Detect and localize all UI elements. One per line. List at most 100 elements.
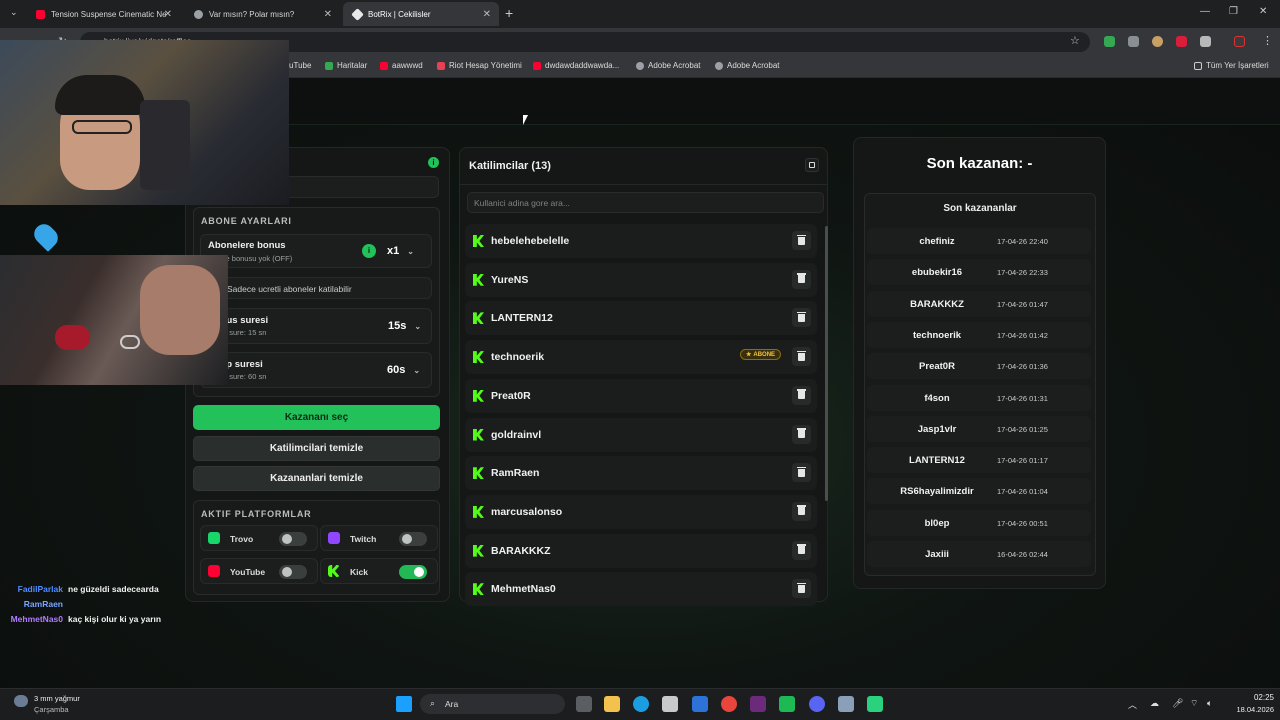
participant-row[interactable]: BARAKKKZ <box>465 533 817 568</box>
app-icon[interactable] <box>750 696 766 712</box>
participant-row[interactable]: YureNS <box>465 262 817 297</box>
bookmark-adobe-2[interactable]: Adobe Acrobat <box>715 61 779 70</box>
delete-participant-button[interactable] <box>792 501 811 521</box>
weather-icon[interactable] <box>14 695 28 707</box>
delete-participant-button[interactable] <box>792 579 811 599</box>
pick-winner-button[interactable]: Kazananı seç <box>193 405 440 430</box>
maximize-button[interactable]: ❐ <box>1229 6 1238 17</box>
bookmark-adobe-1[interactable]: Adobe Acrobat <box>636 61 700 70</box>
tab-3-active[interactable]: BotRix | Cekilisler ✕ <box>343 2 499 26</box>
chrome-icon[interactable] <box>721 696 737 712</box>
all-bookmarks[interactable]: Tüm Yer İşaretleri <box>1194 61 1269 70</box>
extensions-puzzle-icon[interactable] <box>1200 36 1211 47</box>
participant-row[interactable]: goldrainvl <box>465 417 817 452</box>
clear-participants-button[interactable]: Katilimcilari temizle <box>193 436 440 461</box>
bonus-time-select[interactable]: 15s ⌄ <box>388 320 421 332</box>
edge-icon[interactable] <box>633 696 649 712</box>
bookmark-star-icon[interactable]: ☆ <box>1070 34 1080 47</box>
star-icon: ★ <box>746 352 752 358</box>
trovo-toggle[interactable] <box>279 532 307 546</box>
task-view-icon[interactable] <box>576 696 592 712</box>
trash-icon <box>797 582 806 593</box>
bookmark-maps[interactable]: Haritalar <box>325 61 367 70</box>
bookmark-aawwwd[interactable]: aawwwd <box>380 61 423 70</box>
youtube-toggle[interactable] <box>279 565 307 579</box>
delete-participant-button[interactable] <box>792 463 811 483</box>
participant-row[interactable]: MehmetNas0 <box>465 572 817 607</box>
bookmark-riot[interactable]: Riot Hesap Yönetimi <box>437 61 522 70</box>
delete-participant-button[interactable] <box>792 385 811 405</box>
settings-field[interactable] <box>284 176 439 198</box>
bonus-label: Abonelere bonus <box>208 240 286 251</box>
info-icon[interactable]: i <box>362 244 376 258</box>
kick-toggle[interactable] <box>399 565 427 579</box>
onedrive-icon[interactable]: ☁ <box>1150 698 1159 709</box>
app-icon[interactable] <box>838 696 854 712</box>
info-icon[interactable]: i <box>428 157 439 168</box>
bonus-select[interactable]: x1 ⌄ <box>387 245 414 257</box>
tab-search-chevron-icon[interactable]: ⌄ <box>10 7 18 18</box>
file-explorer-icon[interactable] <box>604 696 620 712</box>
youtube-icon <box>533 61 541 70</box>
delete-participant-button[interactable] <box>792 231 811 250</box>
extension-icon[interactable] <box>1128 36 1139 47</box>
delete-participant-button[interactable] <box>792 269 811 289</box>
participant-row[interactable]: Preat0R <box>465 378 817 413</box>
winner-name: technoerik <box>912 329 962 341</box>
store-icon[interactable] <box>662 696 678 712</box>
platform-kick[interactable]: Kick <box>320 558 438 584</box>
tp-extension-icon[interactable] <box>1176 36 1187 47</box>
app-icon[interactable] <box>867 696 883 712</box>
kick-icon <box>473 351 484 364</box>
wifi-icon[interactable]: ⌔ <box>1190 698 1198 709</box>
winner-name: ebubekir16 <box>911 267 963 279</box>
delete-participant-button[interactable] <box>792 540 811 560</box>
extension-shield-icon[interactable] <box>1104 36 1115 47</box>
platform-youtube[interactable]: YouTube <box>200 558 318 584</box>
participant-name: Preat0R <box>491 389 531 402</box>
discord-icon[interactable] <box>809 696 825 712</box>
webcam-overlay <box>0 40 289 205</box>
close-icon[interactable]: ✕ <box>164 9 172 20</box>
minimize-button[interactable]: — <box>1200 6 1210 17</box>
delete-participant-button[interactable] <box>792 308 811 328</box>
tab-2[interactable]: Var mısın? Polar mısın? ✕ <box>184 2 340 26</box>
winner-date: 17-04-26 01:17 <box>997 456 1048 466</box>
profile-avatar-icon[interactable] <box>1234 36 1245 47</box>
bonus-time-value: 15s <box>388 320 407 332</box>
tab-1[interactable]: Tension Suspense Cinematic Ne ✕ <box>26 2 180 26</box>
twitch-toggle[interactable] <box>399 532 427 546</box>
new-tab-button[interactable]: + <box>505 5 513 21</box>
mail-icon[interactable] <box>692 696 708 712</box>
winner-date: 17-04-26 01:47 <box>997 299 1048 309</box>
close-icon[interactable]: ✕ <box>324 9 332 20</box>
app-icon[interactable] <box>779 696 795 712</box>
delete-participant-button[interactable] <box>792 424 811 444</box>
copy-icon[interactable] <box>805 158 819 172</box>
menu-kebab-icon[interactable]: ⋮ <box>1262 34 1273 47</box>
participant-row[interactable]: RamRaen <box>465 456 817 491</box>
participant-row[interactable]: hebelehebelelle <box>465 224 817 258</box>
platform-trovo[interactable]: Trovo <box>200 525 318 551</box>
scrollbar[interactable] <box>825 226 828 501</box>
windows-start-icon[interactable] <box>396 696 412 712</box>
chat-message: ne güzeldi sadecearda <box>68 584 159 594</box>
taskbar-search[interactable] <box>420 694 565 714</box>
platform-twitch[interactable]: Twitch <box>320 525 438 551</box>
bookmark-dwd[interactable]: dwdawdaddwawda... <box>533 61 619 70</box>
volume-icon[interactable]: 🔈︎ <box>1207 698 1212 709</box>
winner-date: 17-04-26 22:40 <box>997 237 1048 246</box>
participant-row[interactable]: LANTERN12 <box>465 301 817 336</box>
mic-icon[interactable]: 🎤︎ <box>1172 698 1183 709</box>
delete-participant-button[interactable] <box>792 347 811 367</box>
tray-chevron-icon[interactable]: ︿ <box>1128 698 1137 711</box>
weather-temp: 3 mm yağmur <box>34 694 80 703</box>
close-window-button[interactable]: ✕ <box>1259 6 1267 17</box>
participant-row[interactable]: marcusalonso <box>465 494 817 529</box>
profile-extension-icon[interactable] <box>1152 36 1163 47</box>
claim-time-select[interactable]: 60s ⌄ <box>387 364 420 376</box>
participant-name: BARAKKKZ <box>491 544 551 557</box>
clear-winners-button[interactable]: Kazananlari temizle <box>193 466 440 491</box>
close-icon[interactable]: ✕ <box>483 9 491 20</box>
chevron-down-icon: ⌄ <box>407 246 414 256</box>
